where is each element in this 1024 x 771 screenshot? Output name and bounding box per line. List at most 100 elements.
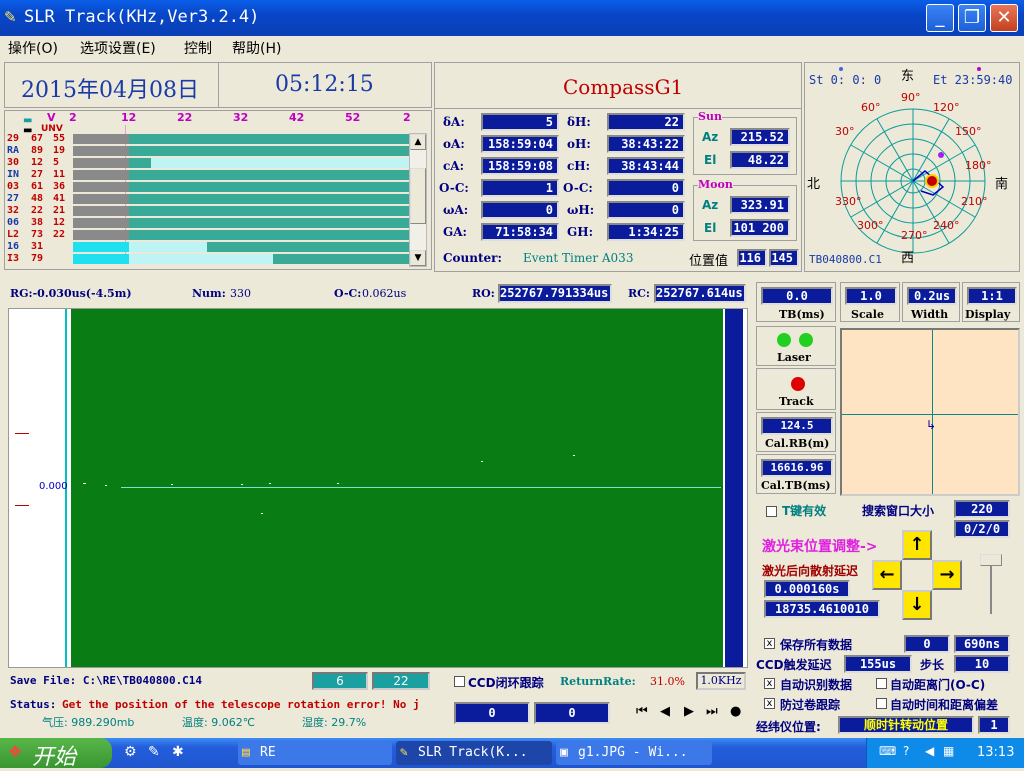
tb-value[interactable]: 0.0 bbox=[761, 287, 833, 305]
display-value[interactable]: 1:1 bbox=[967, 287, 1017, 305]
scroll-down-icon[interactable]: ▼ bbox=[410, 250, 426, 266]
quicklaunch-icon[interactable]: ✎ bbox=[148, 744, 160, 760]
anti-wind-checkbox[interactable]: x bbox=[764, 698, 775, 709]
arrow-right-button[interactable]: → bbox=[932, 560, 962, 590]
save-all-value-2[interactable]: 690ns bbox=[954, 635, 1010, 653]
plot-scrollbar[interactable] bbox=[725, 309, 743, 667]
search-window-value-2[interactable]: 0/2/0 bbox=[954, 520, 1010, 538]
menu-control[interactable]: 控制 bbox=[184, 38, 212, 58]
hour-axis: 2 12 22 32 42 52 2 bbox=[5, 111, 433, 255]
start-button[interactable]: ❖ 开始 bbox=[0, 738, 112, 770]
pass-list-row[interactable]: L2 73 22 bbox=[7, 229, 409, 240]
slider-handle[interactable] bbox=[980, 554, 1002, 566]
pass-list-row[interactable]: 06 38 12 bbox=[7, 217, 409, 228]
play-icon[interactable]: ▶ bbox=[684, 704, 694, 719]
clock[interactable]: 13:13 bbox=[977, 745, 1014, 760]
dA-label: δA: bbox=[443, 115, 465, 129]
pass-list-row[interactable]: RA 89 19 bbox=[7, 145, 409, 156]
network-icon[interactable]: ▦ bbox=[943, 744, 954, 758]
taskbar-item-image-viewer[interactable]: ▣ g1.JPG - Wi... bbox=[556, 741, 712, 765]
record-icon[interactable]: ● bbox=[730, 704, 741, 719]
save-all-checkbox[interactable]: x bbox=[764, 638, 775, 649]
cal-tb-box: 16616.96 Cal.TB(ms) bbox=[756, 454, 836, 494]
laser-label: Laser bbox=[777, 351, 811, 364]
pass-list-panel: ▬ V ▬ UNV 2 12 22 32 42 52 2 29 67 55 RA 89 19 30 12 5… bbox=[4, 110, 432, 270]
theodolite-value[interactable]: 顺时针转动位置 bbox=[838, 716, 974, 734]
laser-indicator[interactable]: Laser bbox=[756, 326, 836, 366]
width-value[interactable]: 0.2us bbox=[907, 287, 957, 305]
pass-list-row[interactable]: IN 27 11 bbox=[7, 169, 409, 180]
delay-value-2[interactable]: 18735.4610010 bbox=[764, 600, 880, 618]
return-rate-label: ReturnRate: bbox=[560, 675, 636, 688]
pass-value-a: 79 bbox=[31, 253, 44, 264]
pass-list[interactable]: 29 67 55 RA 89 19 30 12 5 IN 27 11 03 61 36 27 48 41 32 22 2… bbox=[7, 133, 411, 269]
maximize-button[interactable]: ❐ bbox=[958, 4, 986, 32]
delay-value-1[interactable]: 0.000160s bbox=[764, 580, 850, 598]
cal-rb-value[interactable]: 124.5 bbox=[761, 417, 833, 435]
scroll-up-icon[interactable]: ▲ bbox=[410, 134, 426, 150]
track-indicator[interactable]: Track bbox=[756, 368, 836, 410]
step-value[interactable]: 10 bbox=[954, 655, 1010, 673]
keyboard-icon[interactable]: ⌨ bbox=[879, 744, 896, 758]
save-all-value-1[interactable]: 0 bbox=[904, 635, 950, 653]
auto-id-label: 自动识别数据 bbox=[780, 678, 853, 692]
pass-list-row[interactable]: 29 67 55 bbox=[7, 133, 409, 144]
plot-header: RG:-0.030us(-4.5m) Num: 330 O-C: 0.062us… bbox=[4, 282, 748, 306]
taskbar-item-re[interactable]: ▤ RE bbox=[238, 741, 392, 765]
moon-el-value: 101 200 bbox=[730, 219, 790, 237]
sun-az-label: Az bbox=[702, 130, 719, 144]
cal-tb-value[interactable]: 16616.96 bbox=[761, 459, 833, 477]
residual-plot[interactable]: 0.000 bbox=[8, 308, 748, 668]
menu-help[interactable]: 帮助(H) bbox=[232, 38, 281, 58]
tkey-checkbox[interactable] bbox=[766, 506, 777, 517]
theodolite-number[interactable]: 1 bbox=[978, 716, 1010, 734]
search-window-value[interactable]: 220 bbox=[954, 500, 1010, 518]
GA-label: GA: bbox=[443, 225, 467, 239]
auto-gate-checkbox[interactable] bbox=[876, 678, 887, 689]
taskbar-item-slr-track[interactable]: ✎ SLR Track(K... bbox=[396, 741, 552, 765]
pass-list-row[interactable]: 03 61 36 bbox=[7, 181, 409, 192]
angle-180: 180° bbox=[965, 159, 992, 172]
ccd-delay-value[interactable]: 155us bbox=[844, 655, 912, 673]
close-button[interactable]: ✕ bbox=[990, 4, 1018, 32]
quicklaunch-icon[interactable]: ✱ bbox=[172, 744, 184, 760]
pass-list-row[interactable]: 32 22 21 bbox=[7, 205, 409, 216]
menu-operate[interactable]: 操作(O) bbox=[8, 38, 58, 58]
minimize-button[interactable]: _ bbox=[926, 4, 954, 32]
arrow-up-button[interactable]: ↑ bbox=[902, 530, 932, 560]
ccd-crosshair-v bbox=[932, 330, 933, 494]
GH-value: 1:34:25 bbox=[607, 223, 685, 241]
temperature-readout: 温度: 9.062℃ bbox=[182, 716, 256, 729]
pass-bar-unavailable bbox=[73, 134, 129, 144]
help-icon[interactable]: ? bbox=[903, 744, 909, 758]
taskbar-item-label: RE bbox=[260, 745, 276, 760]
ccd-loop-checkbox[interactable] bbox=[454, 676, 465, 687]
save-file-path: Save File: C:\RE\TB040800.C14 bbox=[10, 674, 203, 687]
pass-name: 29 bbox=[7, 133, 20, 144]
pass-value-a: 67 bbox=[31, 133, 44, 144]
ccd-crosshair-h bbox=[842, 414, 1018, 415]
auto-time-checkbox[interactable] bbox=[876, 698, 887, 709]
pass-list-row[interactable]: 30 12 5 bbox=[7, 157, 409, 168]
skip-forward-icon[interactable]: ⏭ bbox=[706, 704, 718, 719]
scale-value[interactable]: 1.0 bbox=[845, 287, 897, 305]
plot-area[interactable] bbox=[71, 309, 723, 667]
menu-options[interactable]: 选项设置(E) bbox=[80, 38, 156, 58]
pass-list-row[interactable]: 16 31 bbox=[7, 241, 409, 252]
step-back-icon[interactable]: ◀ bbox=[660, 704, 670, 719]
zero-label: 0.000 bbox=[39, 481, 68, 492]
arrow-left-button[interactable]: ← bbox=[872, 560, 902, 590]
ccd-view[interactable]: ↳ bbox=[840, 328, 1020, 496]
arrow-down-button[interactable]: ↓ bbox=[902, 590, 932, 620]
chevron-left-icon[interactable]: ◀ bbox=[925, 744, 934, 758]
skip-back-icon[interactable]: ⏮ bbox=[636, 704, 648, 719]
auto-id-checkbox[interactable]: x bbox=[764, 678, 775, 689]
quicklaunch-icon[interactable]: ⚙ bbox=[124, 744, 137, 760]
pass-list-scrollbar[interactable]: ▲ ▼ bbox=[409, 133, 427, 267]
pass-list-row[interactable]: I3 79 bbox=[7, 253, 409, 264]
pass-list-row[interactable]: 27 48 41 bbox=[7, 193, 409, 204]
scroll-thumb[interactable] bbox=[410, 168, 426, 224]
angle-60: 60° bbox=[861, 101, 881, 114]
display-box: 1:1 Display bbox=[962, 282, 1020, 322]
title-bar[interactable]: ✎ SLR Track(KHz,Ver3.2.4) _ ❐ ✕ bbox=[0, 0, 1024, 36]
